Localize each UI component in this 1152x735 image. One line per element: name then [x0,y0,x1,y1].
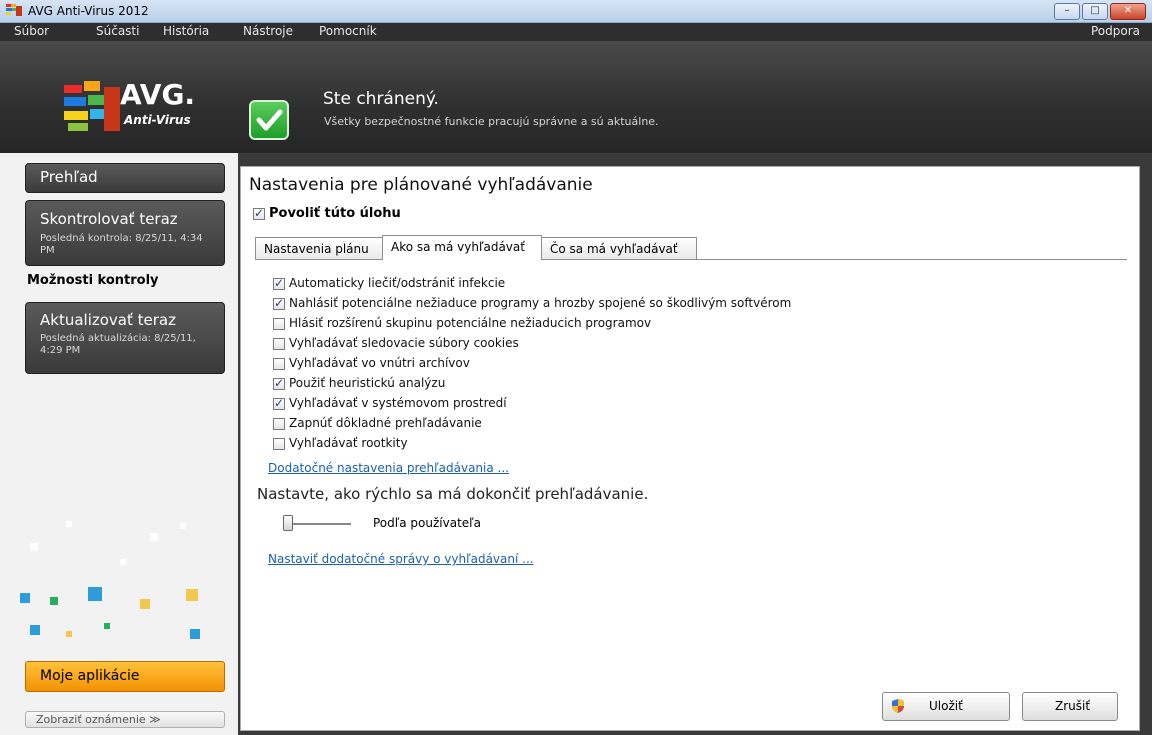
maximize-icon[interactable]: □ [1082,3,1108,20]
page-title: Nastavenia pre plánované vyhľadávanie [249,175,593,195]
main-area: Nastavenia pre plánované vyhľadávanie Po… [238,153,1152,735]
title-bar: AVG Anti-Virus 2012 – □ ✕ [0,0,1152,23]
decorative-squares [0,513,238,643]
option-label: Vyhľadávať sledovacie súbory cookies [289,336,519,350]
tab-label: Nastavenia plánu [264,242,369,256]
avg-app-icon [6,4,22,16]
option-label: Použiť heuristickú analýzu [289,376,446,390]
tab-schedule-settings[interactable]: Nastavenia plánu [255,237,383,259]
option-checkbox[interactable] [273,318,285,330]
sidebar: Prehľad Skontrolovať teraz Posledná kont… [0,153,239,735]
sidebar-item-update-now[interactable]: Aktualizovať teraz Posledná aktualizácia… [25,302,225,374]
option-checkbox[interactable] [273,296,285,310]
my-apps-label: Moje aplikácie [40,668,140,684]
menu-file[interactable]: Súbor [14,24,49,38]
enable-task-label: Povoliť túto úlohu [269,206,401,221]
option-checkbox[interactable] [273,276,285,290]
window-title: AVG Anti-Virus 2012 [28,4,149,18]
tab-label: Čo sa má vyhľadávať [550,242,678,256]
tab-how-to-scan[interactable]: Ako sa má vyhľadávať [382,235,542,260]
avg-logo-mark-icon [64,81,120,131]
menu-components[interactable]: Súčasti [96,24,139,38]
last-scan-info: Posledná kontrola: 8/25/11, 4:34 PM [40,233,203,256]
my-apps-button[interactable]: Moje aplikácie [25,661,225,692]
menu-bar: Súbor Súčasti História Nástroje Pomocník… [0,23,1152,41]
avg-logo: AVG. Anti-Virus [64,78,234,137]
option-label: Zapnúť dôkladné prehľadávanie [289,416,482,430]
app-window: AVG Anti-Virus 2012 – □ ✕ Súbor Súčasti … [0,0,1152,735]
tab-label: Ako sa má vyhľadávať [391,240,525,254]
scan-speed-title: Nastavte, ako rýchlo sa má dokončiť preh… [257,485,649,503]
cancel-button[interactable]: Zrušiť [1022,692,1118,721]
header-banner: AVG. Anti-Virus Ste chránený. Všetky bez… [0,41,1152,153]
show-notification-label: Zobraziť oznámenie ≫ [36,713,161,726]
close-icon[interactable]: ✕ [1110,3,1146,20]
option-checkbox[interactable] [273,358,285,370]
sidebar-item-scan-options[interactable]: Možnosti kontroly [27,273,159,288]
option-label: Hlásiť rozšírenú skupinu potenciálne než… [289,316,652,330]
option-label: Nahlásiť potenciálne nežiaduce programy … [289,296,792,310]
option-label: Vyhľadávať v systémovom prostredí [289,396,507,410]
sidebar-item-scan-now[interactable]: Skontrolovať teraz Posledná kontrola: 8/… [25,200,225,266]
minimize-icon[interactable]: – [1054,3,1080,20]
scan-reports-link[interactable]: Nastaviť dodatočné správy o vyhľadávaní … [268,552,534,566]
menu-history[interactable]: História [163,24,209,38]
option-label: Automaticky liečiť/odstrániť infekcie [289,276,506,290]
option-checkbox[interactable] [273,396,285,410]
option-label: Vyhľadávať vo vnútri archívov [289,356,470,370]
uac-shield-icon [892,699,904,713]
menu-help[interactable]: Pomocník [319,24,377,38]
sidebar-item-label: Prehľad [40,168,98,186]
sidebar-item-overview[interactable]: Prehľad [25,163,225,193]
window-controls: – □ ✕ [1054,3,1146,20]
tab-what-to-scan[interactable]: Čo sa má vyhľadávať [541,237,697,259]
menu-support[interactable]: Podpora [1091,24,1140,38]
option-checkbox[interactable] [273,338,285,350]
option-checkbox[interactable] [273,418,285,430]
speed-slider-track[interactable] [287,523,351,525]
status-subtitle: Všetky bezpečnostné funkcie pracujú sprá… [324,115,659,128]
speed-slider-handle[interactable] [283,515,293,531]
protected-check-icon [249,100,289,140]
status-title: Ste chránený. [323,89,439,109]
sidebar-item-label: Aktualizovať teraz [40,311,176,329]
speed-slider-value: Podľa používateľa [373,516,482,530]
sidebar-item-label: Skontrolovať teraz [40,210,178,228]
option-checkbox[interactable] [273,376,285,390]
last-update-info: Posledná aktualizácia: 8/25/11, 4:29 PM [40,333,196,356]
show-notification-button[interactable]: Zobraziť oznámenie ≫ [25,711,225,728]
menu-tools[interactable]: Nástroje [243,24,293,38]
advanced-scan-settings-link[interactable]: Dodatočné nastavenia prehľadávania ... [268,461,509,475]
enable-task-checkbox[interactable] [253,206,265,220]
logo-word: AVG. [120,78,196,111]
logo-subtitle: Anti-Virus [124,113,191,127]
cancel-label: Zrušiť [1055,699,1091,713]
save-label: Uložiť [929,699,963,713]
save-button[interactable]: Uložiť [882,692,1010,721]
settings-panel: Nastavenia pre plánované vyhľadávanie Po… [240,166,1140,731]
option-checkbox[interactable] [273,438,285,450]
option-label: Vyhľadávať rootkity [289,436,408,450]
